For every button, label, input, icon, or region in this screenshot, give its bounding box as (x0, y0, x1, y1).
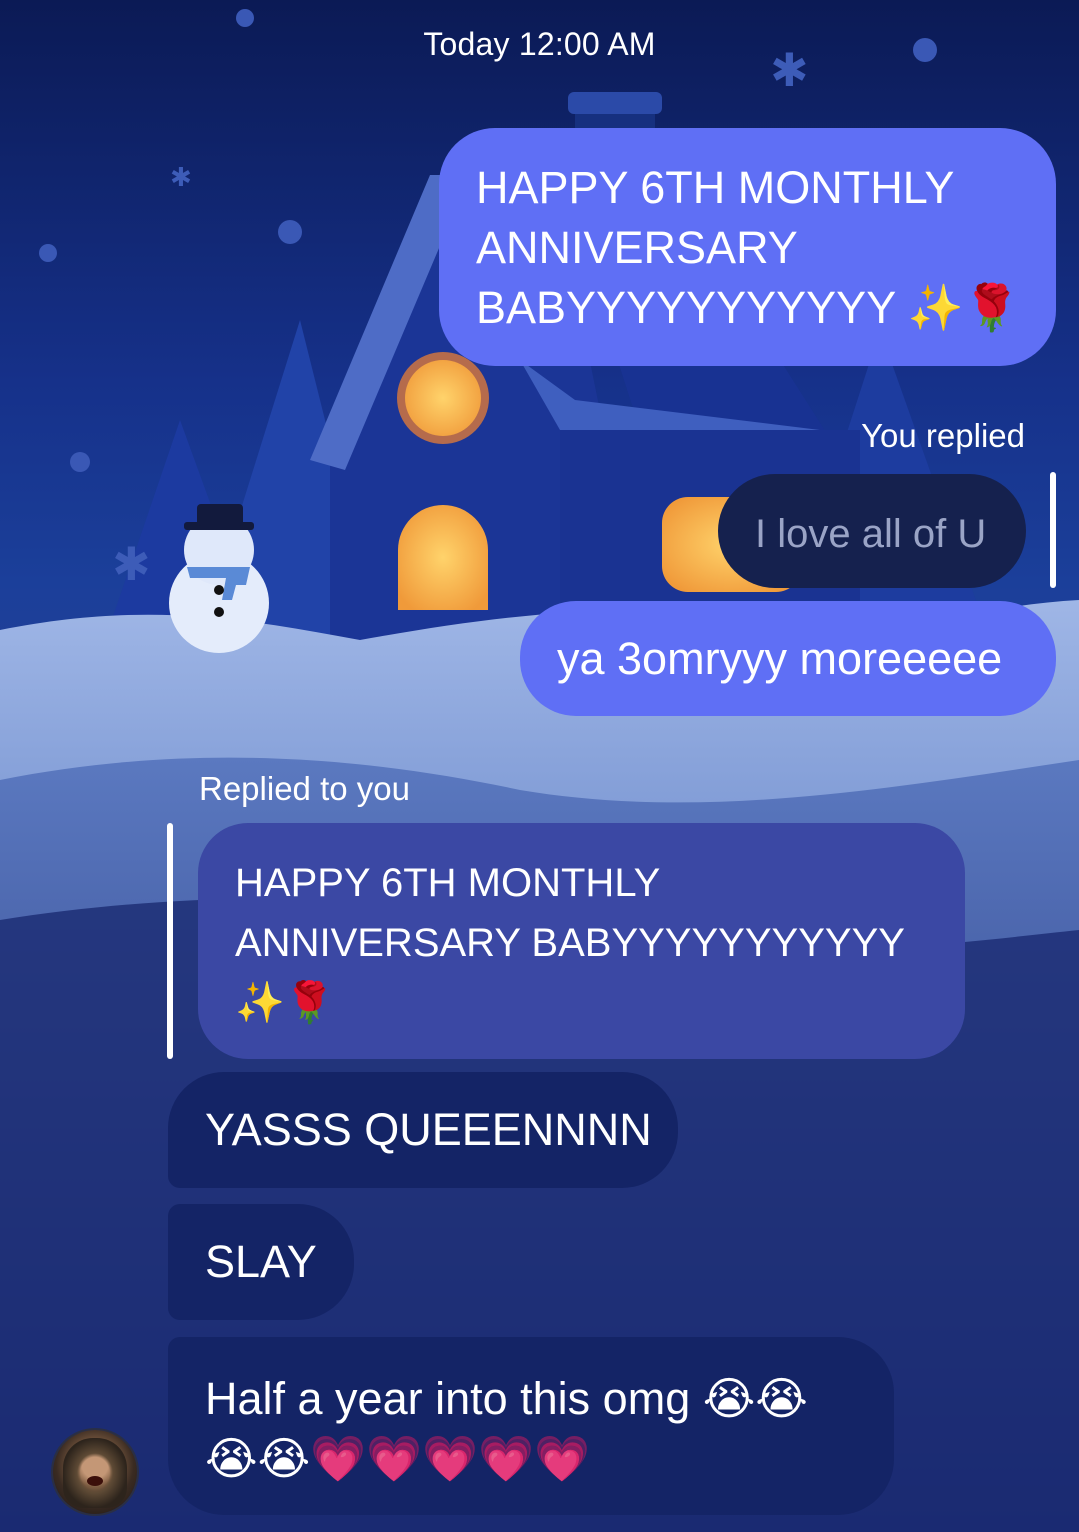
incoming-message-bubble[interactable]: SLAY (168, 1204, 354, 1320)
quoted-message-reference[interactable]: I love all of U (718, 474, 1026, 588)
message-text: SLAY (205, 1236, 317, 1287)
svg-text:✱: ✱ (112, 537, 151, 591)
reply-label: Replied to you (199, 770, 410, 807)
message-line: ANNIVERSARY (476, 222, 798, 273)
quote-indicator-bar (167, 823, 173, 1059)
message-text: ya 3omryyy moreeeee (557, 633, 1003, 684)
quoted-line: ✨🌹 (235, 981, 335, 1025)
quoted-message-text: I love all of U (755, 512, 987, 556)
message-text: YASSS QUEEENNNN (205, 1104, 652, 1155)
outgoing-message-bubble[interactable]: HAPPY 6TH MONTHLY ANNIVERSARY BABYYYYYYY… (439, 128, 1056, 366)
avatar-portrait-detail (87, 1476, 103, 1486)
quoted-line: HAPPY 6TH MONTHLY (235, 861, 661, 905)
svg-text:✱: ✱ (170, 163, 192, 193)
outgoing-message-bubble[interactable]: ya 3omryyy moreeeee (520, 601, 1056, 716)
message-line: HAPPY 6TH MONTHLY (476, 162, 955, 213)
quoted-message-reference[interactable]: HAPPY 6TH MONTHLY ANNIVERSARY BABYYYYYYY… (198, 823, 965, 1059)
message-line: 😭😭💗💗💗💗💗 (205, 1433, 591, 1484)
incoming-message-bubble[interactable]: YASSS QUEEENNNN (168, 1072, 678, 1188)
contact-avatar-icon[interactable] (53, 1430, 137, 1514)
incoming-message-bubble[interactable]: Half a year into this omg 😭😭 😭😭💗💗💗💗💗 (168, 1337, 894, 1515)
avatar-portrait (63, 1438, 127, 1508)
reply-label: You replied (861, 417, 1025, 454)
message-line: BABYYYYYYYYYYY ✨🌹 (476, 282, 1020, 333)
quote-indicator-bar (1050, 472, 1056, 588)
quoted-line: ANNIVERSARY BABYYYYYYYYYYY (235, 921, 905, 965)
message-timestamp: Today 12:00 AM (423, 26, 656, 62)
message-line: Half a year into this omg 😭😭 (205, 1373, 808, 1424)
